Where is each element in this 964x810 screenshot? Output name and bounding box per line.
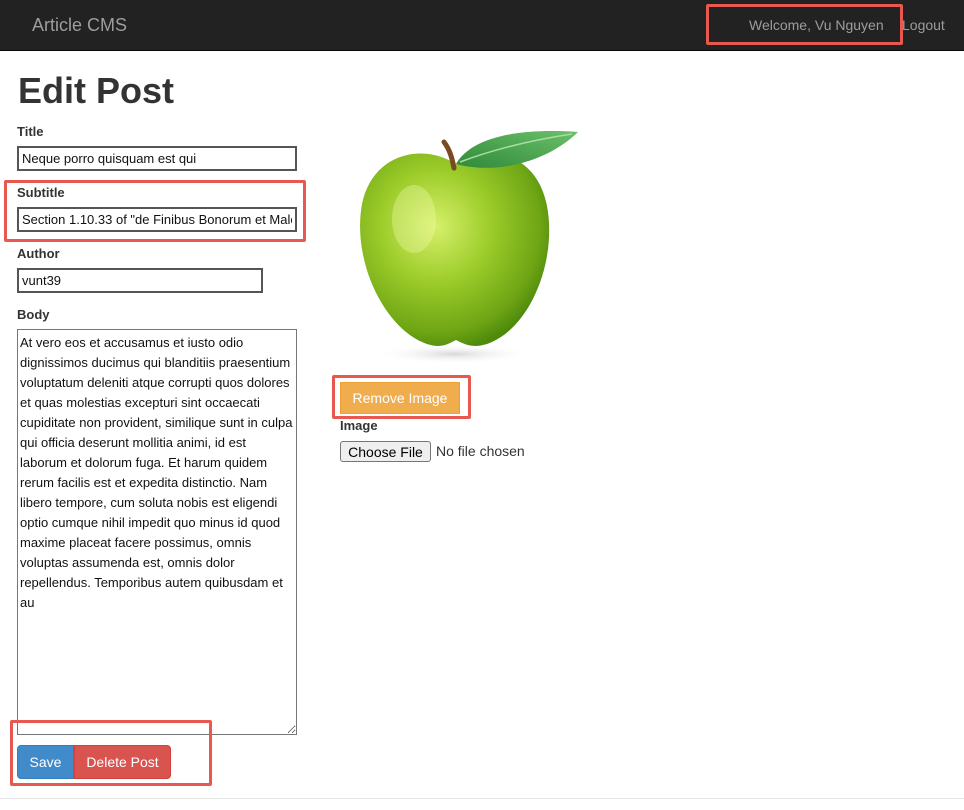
author-input[interactable] [17,268,263,293]
highlight-box-actions [10,720,212,786]
brand-link[interactable]: Article CMS [32,15,127,36]
footer-divider [0,798,964,799]
highlight-box-subtitle [4,180,306,242]
body-textarea[interactable]: At vero eos et accusamus et iusto odio d… [17,329,297,735]
title-label: Title [17,124,44,139]
choose-file-button[interactable]: Choose File [340,441,431,462]
image-label: Image [340,418,378,433]
body-label: Body [17,307,50,322]
page-title: Edit Post [18,70,175,111]
highlight-box-welcome [706,4,903,45]
highlight-box-remove-image [332,375,471,419]
title-input[interactable] [17,146,297,171]
apple-image [360,131,578,364]
file-status-text: No file chosen [436,443,525,459]
logout-link[interactable]: Logout [902,17,945,33]
author-label: Author [17,246,60,261]
